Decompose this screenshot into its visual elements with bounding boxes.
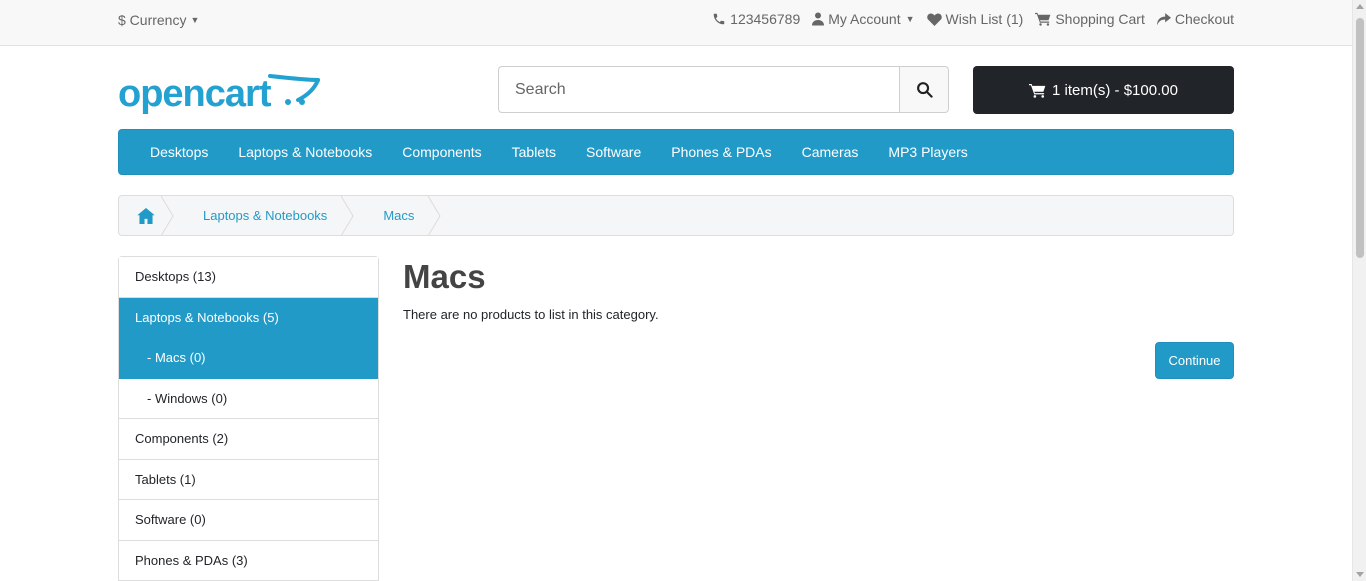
shopping-cart-link[interactable]: Shopping Cart xyxy=(1035,11,1145,27)
my-account-dropdown[interactable]: My Account ▼ xyxy=(812,11,915,27)
checkout-label: Checkout xyxy=(1174,11,1234,27)
phone-icon xyxy=(712,12,726,26)
breadcrumb-separator xyxy=(428,196,441,235)
phone-link[interactable]: 123456789 xyxy=(712,11,800,27)
menu-item-desktops[interactable]: Desktops xyxy=(135,144,223,160)
menu-item-phones-pdas[interactable]: Phones & PDAs xyxy=(656,144,786,160)
menu-item-tablets[interactable]: Tablets xyxy=(497,144,571,160)
scrollbar-thumb[interactable] xyxy=(1356,18,1364,258)
menu-item-laptops-notebooks[interactable]: Laptops & Notebooks xyxy=(223,144,387,160)
currency-label: $ Currency xyxy=(118,12,187,28)
wish-list-link[interactable]: Wish List (1) xyxy=(926,11,1024,27)
opencart-logo[interactable]: opencart xyxy=(118,68,320,116)
breadcrumb-label: Laptops & Notebooks xyxy=(203,208,328,223)
breadcrumb: Laptops & Notebooks Macs xyxy=(118,195,1234,236)
menu-item-software[interactable]: Software xyxy=(571,144,656,160)
continue-button[interactable]: Continue xyxy=(1155,342,1234,379)
top-bar: $ Currency ▼ 123456789 My Account ▼ Wish… xyxy=(0,0,1352,46)
category-item-tablets[interactable]: Tablets (1) xyxy=(119,459,378,500)
scroll-up-icon[interactable] xyxy=(1356,4,1364,9)
home-icon xyxy=(137,207,155,224)
breadcrumb-laptops-notebooks[interactable]: Laptops & Notebooks xyxy=(173,196,354,235)
menu-item-cameras[interactable]: Cameras xyxy=(787,144,874,160)
menu-item-mp3-players[interactable]: MP3 Players xyxy=(873,144,982,160)
search-input[interactable] xyxy=(498,66,899,113)
category-item-software[interactable]: Software (0) xyxy=(119,500,378,541)
caret-down-icon: ▼ xyxy=(190,15,200,25)
breadcrumb-label: Macs xyxy=(383,208,415,223)
my-account-label: My Account xyxy=(828,11,901,27)
page-scrollbar[interactable] xyxy=(1352,0,1366,581)
heart-icon xyxy=(926,13,942,26)
cart-icon xyxy=(1029,83,1046,98)
category-item-components[interactable]: Components (2) xyxy=(119,419,378,460)
empty-category-message: There are no products to list in this ca… xyxy=(403,307,659,322)
menu-item-components[interactable]: Components xyxy=(387,144,496,160)
search-button[interactable] xyxy=(899,66,949,113)
search-bar xyxy=(498,66,949,113)
wish-list-label: Wish List (1) xyxy=(945,11,1024,27)
cart-button[interactable]: 1 item(s) - $100.00 xyxy=(973,66,1234,114)
search-icon xyxy=(916,81,933,98)
cart-total-label: 1 item(s) - $100.00 xyxy=(1052,81,1178,99)
category-item-phones-pdas[interactable]: Phones & PDAs (3) xyxy=(119,540,378,581)
share-arrow-icon xyxy=(1156,12,1171,26)
breadcrumb-home[interactable] xyxy=(119,196,174,235)
user-icon xyxy=(812,12,825,26)
svg-text:opencart: opencart xyxy=(118,73,272,115)
checkout-link[interactable]: Checkout xyxy=(1156,11,1234,27)
breadcrumb-macs[interactable]: Macs xyxy=(353,196,441,235)
phone-number: 123456789 xyxy=(730,11,801,27)
currency-dropdown[interactable]: $ Currency ▼ xyxy=(118,12,199,28)
category-item-windows[interactable]: - Windows (0) xyxy=(119,378,378,419)
category-item-desktops[interactable]: Desktops (13) xyxy=(119,257,378,298)
scroll-down-icon[interactable] xyxy=(1356,572,1364,577)
main-menu: Desktops Laptops & Notebooks Components … xyxy=(118,129,1234,175)
category-sidebar: Desktops (13) Laptops & Notebooks (5) - … xyxy=(118,256,379,581)
cart-icon xyxy=(1035,12,1051,26)
category-item-laptops-notebooks[interactable]: Laptops & Notebooks (5) xyxy=(119,297,378,338)
shopping-cart-label: Shopping Cart xyxy=(1055,11,1145,27)
category-item-macs[interactable]: - Macs (0) xyxy=(119,338,378,379)
caret-down-icon: ▼ xyxy=(905,14,915,24)
page-title: Macs xyxy=(403,258,486,295)
top-links: 123456789 My Account ▼ Wish List (1) Sho… xyxy=(712,11,1234,27)
